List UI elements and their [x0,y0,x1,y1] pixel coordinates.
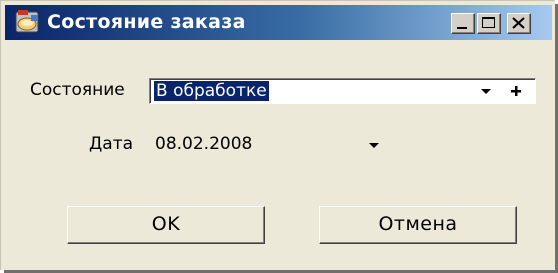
close-button[interactable] [507,13,531,34]
minimize-icon [457,27,467,29]
date-label: Дата [89,134,134,154]
minimize-button[interactable] [451,13,475,34]
close-icon [512,17,525,29]
date-dropdown-button[interactable] [364,135,384,155]
chevron-down-icon [481,89,491,94]
cancel-button-label: Отмена [378,213,458,235]
state-label: Состояние [30,80,125,100]
state-dropdown-button[interactable] [476,81,496,101]
state-selected-value[interactable]: В обработке [154,81,269,101]
ok-button[interactable]: OK [67,206,265,244]
date-picker[interactable]: 08.02.2008 [149,132,389,158]
maximize-icon [482,17,495,28]
window-title: Состояние заказа [47,11,246,33]
title-bar[interactable]: Состояние заказа [5,5,552,40]
app-window-icon[interactable] [15,9,41,35]
date-value[interactable]: 08.02.2008 [155,134,252,154]
maximize-button[interactable] [477,13,501,34]
order-status-dialog: Состояние заказа Состояние В обработке Д… [0,0,555,270]
state-add-button[interactable] [506,81,526,101]
plus-icon [511,86,521,96]
cancel-button[interactable]: Отмена [319,206,517,244]
chevron-down-icon [369,143,379,148]
ok-button-label: OK [151,213,181,235]
